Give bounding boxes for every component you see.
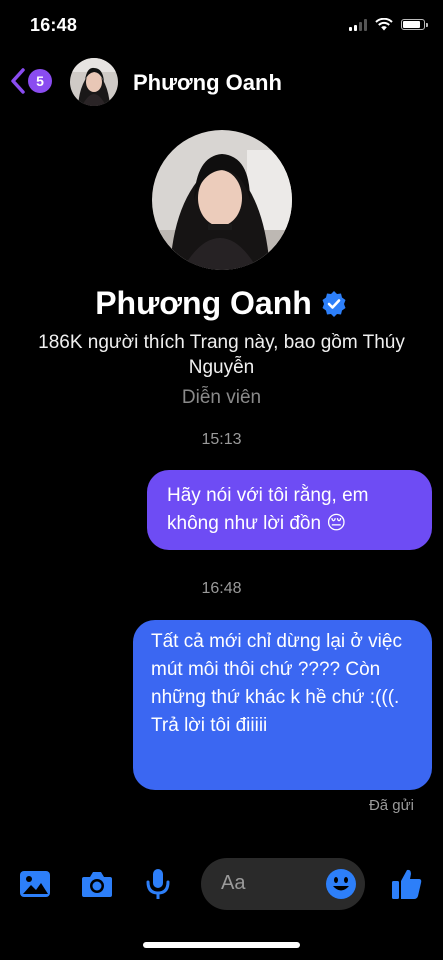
contact-name[interactable]: Phương Oanh	[133, 70, 282, 96]
wifi-icon	[375, 18, 393, 31]
message-input-placeholder: Aa	[221, 872, 246, 894]
voice-message-button[interactable]	[140, 866, 176, 902]
thumbs-up-icon	[392, 869, 422, 899]
profile-picture[interactable]	[152, 130, 292, 270]
avatar[interactable]	[70, 58, 118, 106]
back-button[interactable]: 5	[10, 68, 52, 94]
battery-icon	[401, 19, 428, 30]
status-icons	[349, 18, 428, 31]
camera-icon	[82, 872, 112, 897]
composer-bar: Aa	[0, 858, 443, 910]
status-time: 16:48	[30, 15, 78, 35]
avatar-image	[70, 58, 118, 106]
profile-category: Diễn viên	[181, 387, 262, 408]
message-timestamp: 16:48	[201, 580, 242, 597]
image-icon	[20, 871, 50, 897]
gallery-button[interactable]	[17, 866, 53, 902]
status-bar: 16:48	[0, 0, 443, 50]
chevron-left-icon	[11, 68, 25, 94]
unread-count-badge: 5	[28, 69, 52, 93]
verified-badge-icon	[322, 290, 346, 317]
home-indicator	[143, 942, 300, 948]
message-timestamp: 15:13	[201, 431, 242, 448]
profile-description: 186K người thích Trang này, bao gồm Thúy…	[38, 332, 405, 378]
emoji-icon[interactable]	[325, 868, 357, 900]
camera-button[interactable]	[79, 866, 115, 902]
profile-name: Phương Oanh	[0, 285, 443, 322]
message-bubble[interactable]: Hãy nói với tôi rằng, em không như lời đ…	[147, 470, 432, 550]
delivery-status: Đã gửi	[368, 797, 414, 814]
conversation-header: 5 Phương Oanh	[0, 56, 443, 112]
signal-icon	[349, 18, 367, 31]
microphone-icon	[146, 869, 170, 899]
message-input[interactable]: Aa	[201, 858, 365, 910]
message-bubble[interactable]: Tất cả mới chỉ dừng lại ở việc mút môi t…	[133, 620, 432, 790]
like-button[interactable]	[389, 866, 425, 902]
profile-image	[152, 130, 292, 270]
profile-name-text: Phương Oanh	[95, 285, 312, 321]
